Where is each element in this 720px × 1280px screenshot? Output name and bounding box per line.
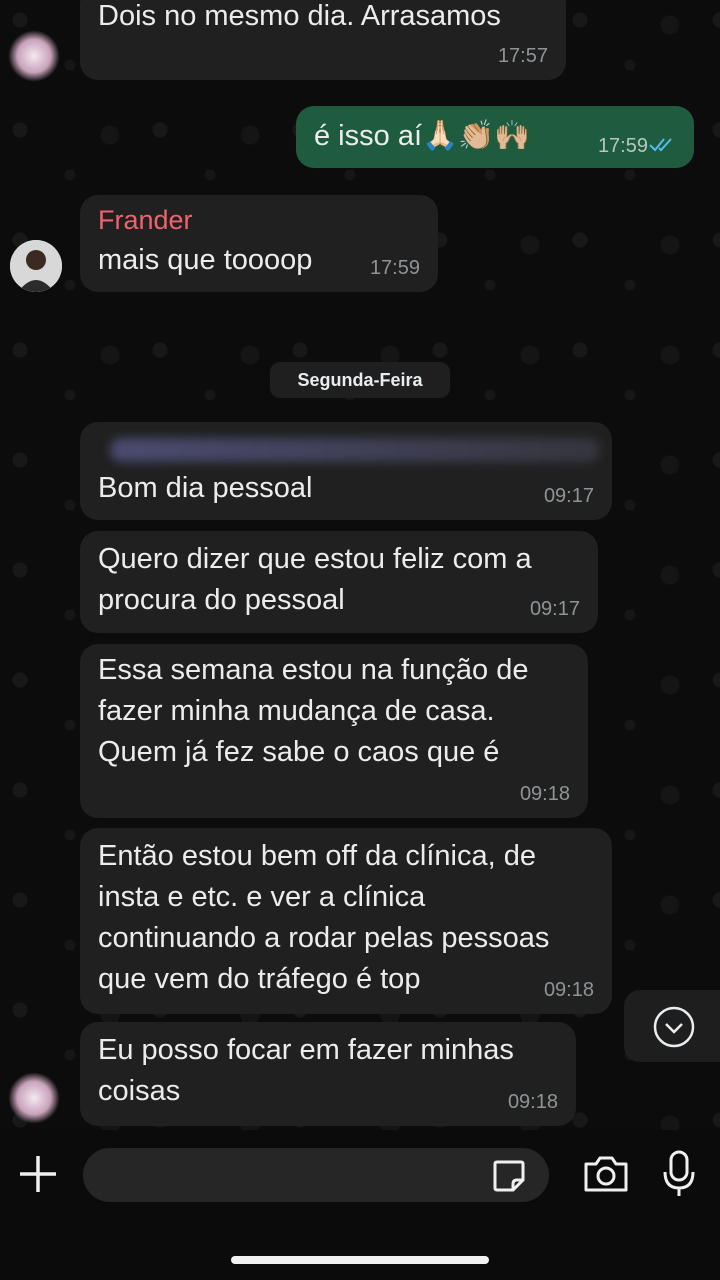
message-text: Dois no mesmo dia. Arrasamos [98, 0, 501, 32]
sender-avatar[interactable] [8, 30, 60, 82]
message-text: Quero dizer que estou feliz com a procur… [98, 543, 532, 616]
message-text: Bom dia pessoal [98, 472, 313, 504]
message-text: Então estou bem off da clínica, de insta… [98, 840, 550, 995]
scroll-to-bottom-button[interactable] [624, 990, 720, 1062]
message-bubble[interactable]: Bom dia pessoal 09:17 [80, 422, 612, 520]
message-bubble[interactable]: Essa semana estou na função de fazer min… [80, 644, 588, 818]
message-time: 09:18 [507, 1091, 558, 1113]
message-time: 17:59 [369, 257, 420, 279]
blurred-sender-name [110, 438, 600, 462]
double-check-icon [649, 138, 672, 152]
message-time: 09:18 [519, 783, 570, 805]
person-icon [10, 240, 62, 292]
sender-name[interactable]: Frander [98, 205, 193, 236]
message-time: 17:59 [597, 135, 648, 157]
sender-avatar[interactable] [8, 1072, 60, 1124]
microphone-icon[interactable] [660, 1150, 698, 1198]
date-divider: Segunda-Feira [270, 362, 450, 398]
message-bubble[interactable]: Eu posso focar em fazer minhas coisas 09… [80, 1022, 576, 1126]
message-time: 17:57 [497, 45, 548, 67]
sticker-icon[interactable] [491, 1158, 527, 1194]
message-text: Essa semana estou na função de fazer min… [98, 654, 529, 768]
message-bubble[interactable]: Quero dizer que estou feliz com a procur… [80, 531, 598, 633]
message-time: 09:17 [543, 485, 594, 507]
plus-icon[interactable] [18, 1154, 58, 1194]
chevron-down-icon [653, 1006, 695, 1048]
home-indicator[interactable] [231, 1256, 489, 1264]
camera-icon[interactable] [582, 1154, 630, 1194]
message-bubble[interactable]: Frander mais que toooop 17:59 [80, 195, 438, 292]
message-input[interactable] [83, 1148, 549, 1202]
message-time: 09:17 [529, 598, 580, 620]
frander-avatar[interactable] [10, 240, 62, 292]
message-bubble[interactable]: Dois no mesmo dia. Arrasamos 17:57 [80, 0, 566, 80]
message-bubble[interactable]: Então estou bem off da clínica, de insta… [80, 828, 612, 1014]
message-text: Eu posso focar em fazer minhas coisas [98, 1034, 514, 1107]
outgoing-message-bubble[interactable]: é isso aí🙏🏻👏🏼🙌🏼 17:59 [296, 106, 694, 168]
message-time: 09:18 [543, 979, 594, 1001]
